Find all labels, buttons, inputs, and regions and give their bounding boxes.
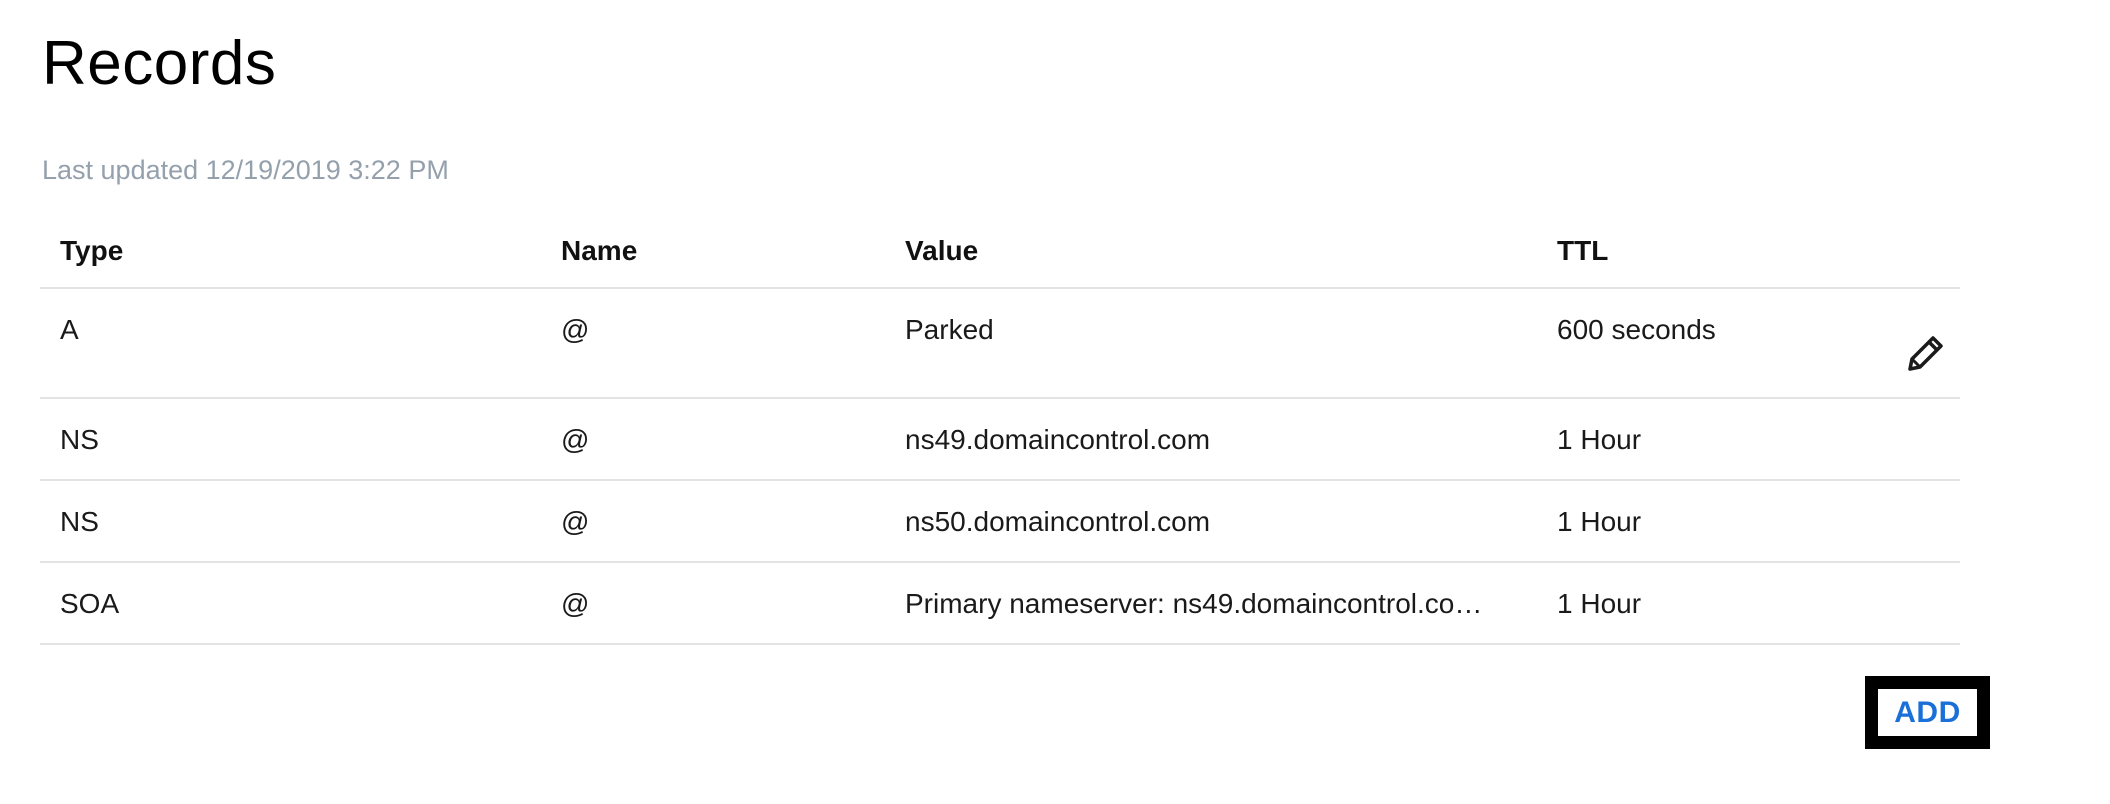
cell-name: @ bbox=[561, 424, 590, 455]
last-updated-text: Last updated 12/19/2019 3:22 PM bbox=[42, 155, 449, 185]
cell-ttl: 1 Hour bbox=[1557, 506, 1642, 537]
header-value: Value bbox=[905, 235, 979, 266]
cell-value: ns49.domaincontrol.com bbox=[905, 424, 1211, 455]
header-type: Type bbox=[60, 235, 124, 266]
table-row[interactable]: NS @ ns49.domaincontrol.com 1 Hour bbox=[40, 399, 1960, 481]
cell-value: ns50.domaincontrol.com bbox=[905, 506, 1211, 537]
edit-record-button[interactable] bbox=[1902, 329, 1950, 377]
cell-type: NS bbox=[60, 506, 99, 537]
cell-value: Parked bbox=[905, 314, 994, 345]
add-record-button[interactable]: ADD bbox=[1894, 697, 1961, 728]
page-title: Records bbox=[42, 29, 277, 98]
cell-type: NS bbox=[60, 424, 99, 455]
cell-type: SOA bbox=[60, 588, 120, 619]
header-ttl: TTL bbox=[1557, 235, 1609, 266]
pencil-icon bbox=[1908, 336, 1943, 371]
cell-name: @ bbox=[561, 506, 590, 537]
add-button-highlight: ADD bbox=[1865, 676, 1990, 749]
cell-type: A bbox=[60, 314, 79, 345]
cell-ttl: 1 Hour bbox=[1557, 588, 1642, 619]
table-row[interactable]: SOA @ Primary nameserver: ns49.domaincon… bbox=[40, 563, 1960, 645]
cell-name: @ bbox=[561, 314, 590, 345]
records-table: Type Name Value TTL A @ Parked 600 secon… bbox=[40, 222, 1960, 645]
table-header-row: Type Name Value TTL bbox=[40, 222, 1960, 289]
table-row[interactable]: A @ Parked 600 seconds bbox=[40, 289, 1960, 399]
cell-value: Primary nameserver: ns49.domaincontrol.c… bbox=[905, 588, 1483, 619]
table-row[interactable]: NS @ ns50.domaincontrol.com 1 Hour bbox=[40, 481, 1960, 563]
header-name: Name bbox=[561, 235, 638, 266]
cell-ttl: 1 Hour bbox=[1557, 424, 1642, 455]
cell-ttl: 600 seconds bbox=[1557, 314, 1716, 345]
cell-name: @ bbox=[561, 588, 590, 619]
